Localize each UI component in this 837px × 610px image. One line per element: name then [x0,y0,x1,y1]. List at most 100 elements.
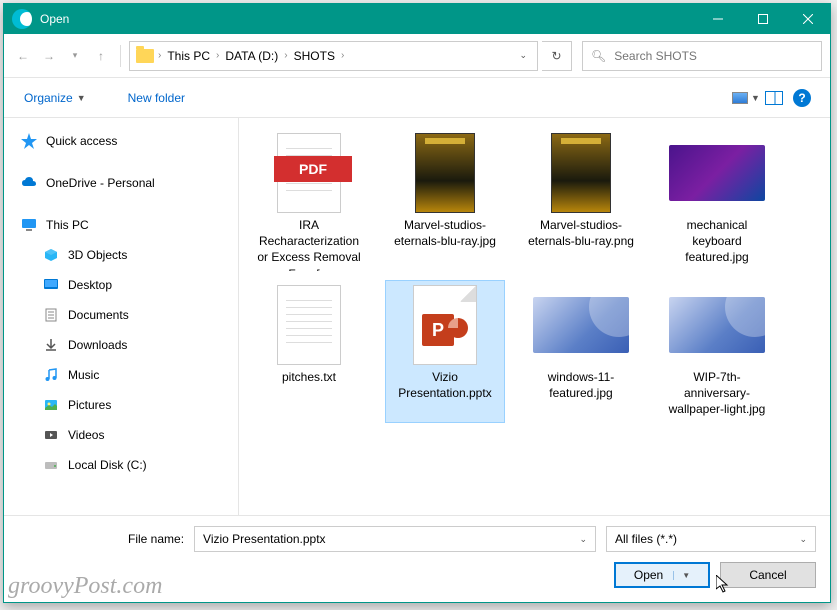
file-item[interactable]: P Vizio Presentation.pptx [385,280,505,423]
downloads-icon [42,336,60,354]
file-type-filter[interactable]: All files (*.*) ⌄ [606,526,816,552]
filter-value: All files (*.*) [615,532,677,546]
star-icon [20,132,38,150]
chevron-down-icon[interactable]: ⌄ [519,50,527,61]
chevron-right-icon: › [284,50,287,61]
window-title: Open [40,12,695,26]
file-name-label: Marvel-studios-eternals-blu-ray.jpg [390,217,500,249]
open-dialog: Open ← → ▾ ↑ › This PC › DATA (D:) › SHO… [3,3,831,603]
desktop-icon [42,276,60,294]
nav-bar: ← → ▾ ↑ › This PC › DATA (D:) › SHOTS › … [4,34,830,78]
tree-label: OneDrive - Personal [46,176,155,190]
file-name-label: pitches.txt [282,369,336,385]
file-name-label: Marvel-studios-eternals-blu-ray.png [526,217,636,249]
nav-tree: Quick access OneDrive - Personal This PC… [4,118,239,515]
monitor-icon [20,216,38,234]
tree-label: Pictures [68,398,111,412]
tree-desktop[interactable]: Desktop [4,270,238,300]
chevron-down-icon: ▼ [673,571,690,580]
file-name-label: WIP-7th-anniversary-wallpaper-light.jpg [662,369,772,418]
tree-label: Local Disk (C:) [68,458,147,472]
tree-label: This PC [46,218,89,232]
new-folder-button[interactable]: New folder [122,87,191,109]
search-input[interactable] [614,49,813,63]
file-name-label: windows-11-featured.jpg [526,369,636,401]
chevron-down-icon[interactable]: ⌄ [579,534,587,545]
breadcrumb-item[interactable]: SHOTS [292,45,337,67]
file-item[interactable]: pitches.txt [249,280,369,423]
filename-input[interactable] [203,532,579,546]
file-item[interactable]: windows-11-featured.jpg [521,280,641,423]
up-button[interactable]: ↑ [90,45,112,67]
toolbar: Organize▼ New folder ▼ ? [4,78,830,118]
forward-button[interactable]: → [38,45,60,67]
tree-3d-objects[interactable]: 3D Objects [4,240,238,270]
file-grid[interactable]: PDFIRA Recharacterization or Excess Remo… [239,118,830,515]
chevron-right-icon: › [158,50,161,61]
file-thumbnail [669,285,765,365]
chevron-right-icon: › [341,50,344,61]
file-name-label: Vizio Presentation.pptx [390,369,500,401]
file-item[interactable]: Marvel-studios-eternals-blu-ray.jpg [385,128,505,276]
tree-downloads[interactable]: Downloads [4,330,238,360]
file-name-label: IRA Recharacterization or Excess Removal… [254,217,364,271]
back-button[interactable]: ← [12,45,34,67]
recent-locations-button[interactable]: ▾ [64,45,86,67]
file-item[interactable]: WIP-7th-anniversary-wallpaper-light.jpg [657,280,777,423]
search-icon: 🔍︎ [591,49,606,63]
file-thumbnail [397,133,493,213]
breadcrumb-item[interactable]: This PC [165,45,212,67]
music-icon [42,366,60,384]
tree-label: Videos [68,428,104,442]
file-thumbnail [261,285,357,365]
tree-onedrive[interactable]: OneDrive - Personal [4,168,238,198]
file-thumbnail: P [397,285,493,365]
chevron-down-icon: ▼ [77,93,86,103]
search-box[interactable]: 🔍︎ [582,41,822,71]
tree-label: Quick access [46,134,117,148]
minimize-button[interactable] [695,4,740,34]
chevron-down-icon: ⌄ [799,534,807,545]
pictures-icon [42,396,60,414]
open-button[interactable]: Open ▼ [614,562,710,588]
file-thumbnail [669,133,765,213]
breadcrumb-item[interactable]: DATA (D:) [223,45,280,67]
tree-music[interactable]: Music [4,360,238,390]
titlebar: Open [4,4,830,34]
file-name-label: mechanical keyboard featured.jpg [662,217,772,266]
edge-beta-icon [12,9,32,29]
tree-quick-access[interactable]: Quick access [4,126,238,156]
separator [120,45,121,67]
body: Quick access OneDrive - Personal This PC… [4,118,830,515]
folder-icon [136,49,154,63]
tree-local-disk[interactable]: Local Disk (C:) [4,450,238,480]
tree-videos[interactable]: Videos [4,420,238,450]
cloud-icon [20,174,38,192]
videos-icon [42,426,60,444]
drive-icon [42,456,60,474]
cube-icon [42,246,60,264]
tree-this-pc[interactable]: This PC [4,210,238,240]
file-thumbnail: PDF [261,133,357,213]
cancel-button[interactable]: Cancel [720,562,816,588]
refresh-button[interactable]: ↻ [542,41,572,71]
file-item[interactable]: Marvel-studios-eternals-blu-ray.png [521,128,641,276]
tree-pictures[interactable]: Pictures [4,390,238,420]
filename-label: File name: [128,532,184,546]
view-options-button[interactable]: ▼ [732,84,760,112]
footer: File name: ⌄ All files (*.*) ⌄ Open ▼ Ca… [4,515,830,602]
preview-pane-button[interactable] [760,84,788,112]
organize-button[interactable]: Organize▼ [18,87,92,109]
tree-label: Downloads [68,338,127,352]
tree-label: Documents [68,308,129,322]
help-button[interactable]: ? [788,84,816,112]
file-item[interactable]: mechanical keyboard featured.jpg [657,128,777,276]
maximize-button[interactable] [740,4,785,34]
file-item[interactable]: PDFIRA Recharacterization or Excess Remo… [249,128,369,276]
close-button[interactable] [785,4,830,34]
tree-documents[interactable]: Documents [4,300,238,330]
tree-label: Desktop [68,278,112,292]
filename-field[interactable]: ⌄ [194,526,596,552]
tree-label: Music [68,368,99,382]
breadcrumb[interactable]: › This PC › DATA (D:) › SHOTS › ⌄ [129,41,538,71]
